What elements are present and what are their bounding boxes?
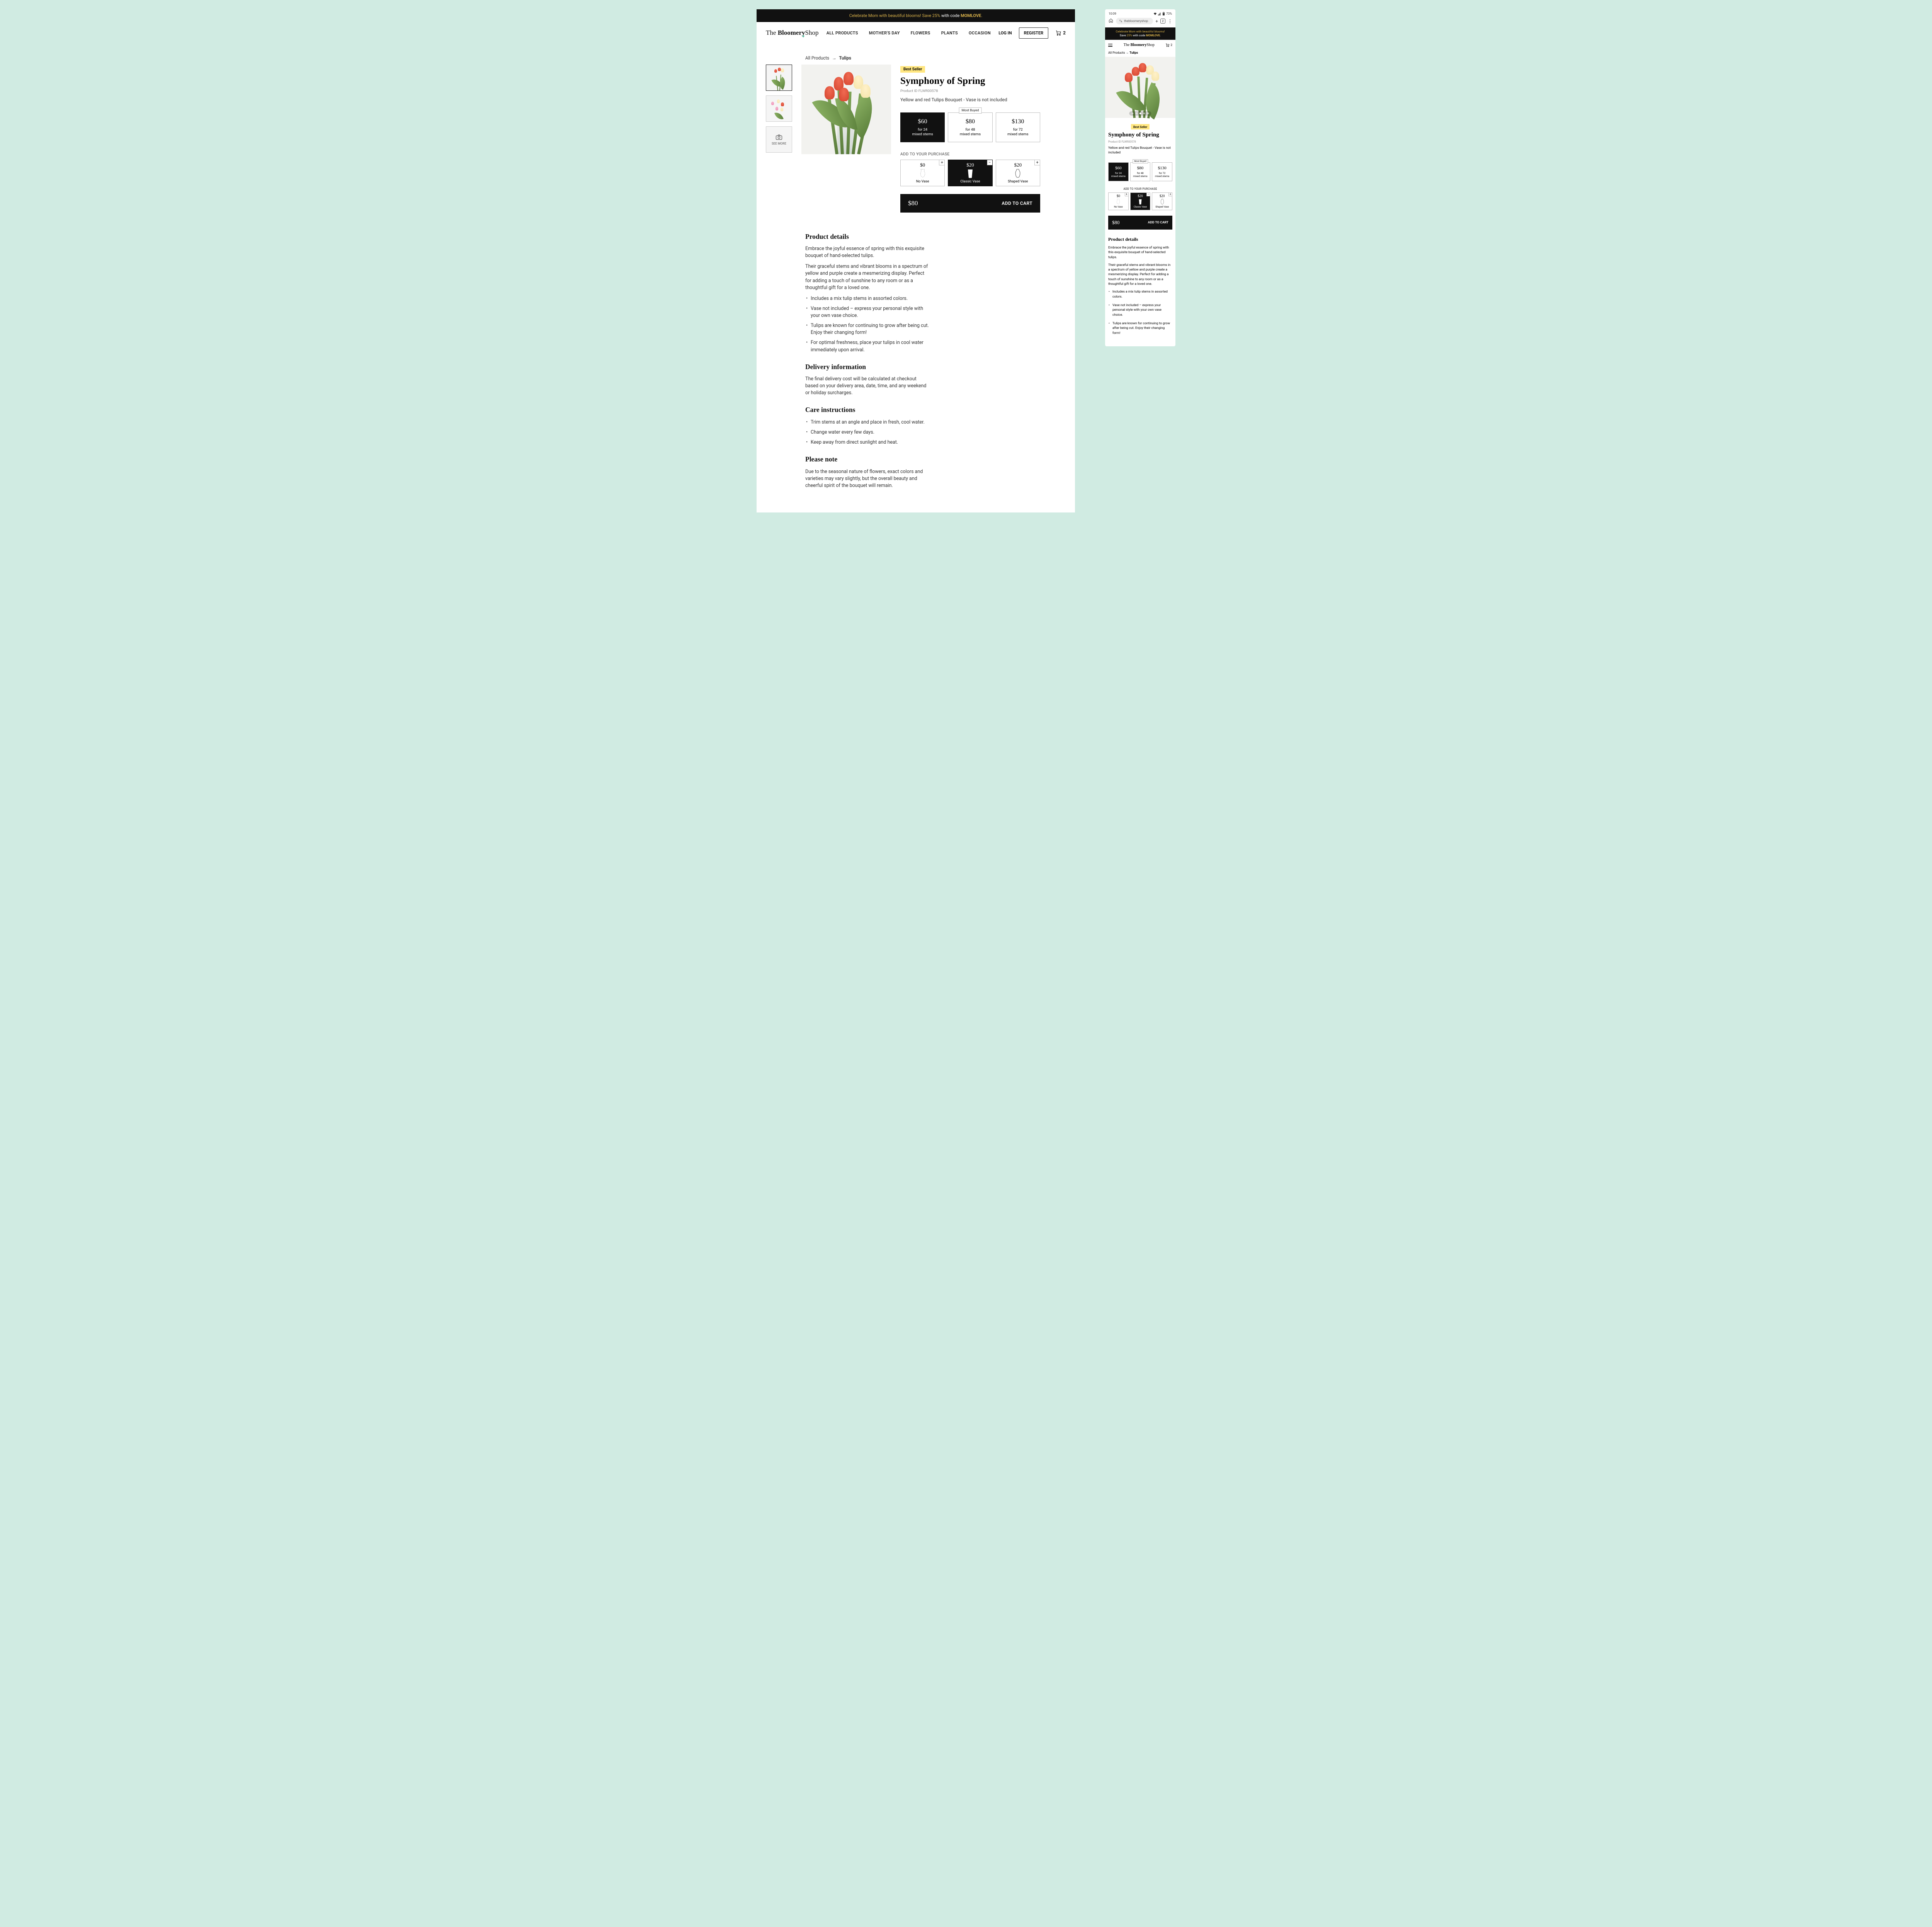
details-heading: Product details <box>805 232 929 242</box>
product-title-mobile: Symphony of Spring <box>1108 132 1172 138</box>
nav-mothers-day[interactable]: MOTHER'S DAY <box>869 31 900 36</box>
battery-pct: 73% <box>1166 12 1172 15</box>
stem-option-72-mobile[interactable]: $130 for 72mixed stems <box>1152 162 1172 181</box>
plus-icon[interactable]: + <box>1125 193 1128 196</box>
product-image[interactable] <box>801 65 891 154</box>
nav-occasion[interactable]: OCCASION <box>969 31 991 36</box>
product-thumbnails: SEE MORE <box>766 65 792 213</box>
browser-chrome: thebloomeryshop + 2 ⋮ <box>1105 18 1175 27</box>
product-id: Product ID FLWR00578 <box>900 89 1040 93</box>
status-bar: 10:09 73% <box>1105 11 1175 18</box>
stem-options: $60 for 24mixed stems Most Buyed $80 for… <box>900 112 1040 142</box>
product-image-mobile[interactable] <box>1105 57 1175 118</box>
cart-icon <box>1055 30 1061 36</box>
mobile-viewport: 10:09 73% thebloomeryshop + 2 ⋮ Celebrat… <box>1105 9 1175 346</box>
breadcrumb-all-products[interactable]: All Products <box>805 55 829 61</box>
purchase-panel: Best Seller Symphony of Spring Product I… <box>900 65 1040 213</box>
addon-heading: ADD TO YOUR PURCHASE <box>900 152 1040 157</box>
login-link[interactable]: LOG IN <box>998 31 1012 36</box>
status-time: 10:09 <box>1109 12 1116 15</box>
best-seller-badge-mobile: Best Seller <box>1131 124 1150 129</box>
addon-shaped-vase-mobile[interactable]: + $20 Shaped Vase <box>1152 192 1172 210</box>
nav-flowers[interactable]: FLOWERS <box>911 31 930 36</box>
nav-plants[interactable]: PLANTS <box>941 31 958 36</box>
addon-no-vase[interactable]: + $0 No Vase <box>900 160 945 186</box>
translate-icon <box>1119 19 1122 23</box>
thumbnail-1[interactable] <box>766 65 792 91</box>
cart-count: 2 <box>1063 30 1066 36</box>
addon-shaped-vase[interactable]: + $20 Shaped Vase <box>996 160 1040 186</box>
thumbnail-see-more[interactable]: SEE MORE <box>766 126 792 153</box>
thumbnail-2[interactable] <box>766 95 792 122</box>
desktop-viewport: Celebrate Mom with beautiful blooms! Sav… <box>757 9 1075 512</box>
stem-option-24-mobile[interactable]: $60 for 24mixed stems <box>1108 162 1129 181</box>
product-details-mobile: Product details Embrace the joyful essen… <box>1108 237 1172 335</box>
breadcrumb-current: Tulips <box>839 55 851 61</box>
product-short-description: Yellow and red Tulips Bouquet - Vase is … <box>900 97 1040 102</box>
stem-option-72[interactable]: $130 for 72mixed stems <box>996 112 1040 142</box>
camera-icon <box>776 134 782 140</box>
stem-option-48[interactable]: Most Buyed $80 for 48mixed stems <box>948 112 992 142</box>
stem-option-24[interactable]: $60 for 24mixed stems <box>900 112 945 142</box>
note-heading: Please note <box>805 455 929 464</box>
addon-classic-vase[interactable]: − $20 Classic Vase <box>948 160 992 186</box>
site-logo[interactable]: The BloomeryShop <box>766 29 818 37</box>
add-to-cart-button-mobile[interactable]: $80 ADD TO CART <box>1108 216 1172 230</box>
plus-icon[interactable]: + <box>939 160 944 165</box>
product-id-mobile: Product ID FLWR00578 <box>1108 140 1172 143</box>
site-header-mobile: The BloomeryShop 2 <box>1105 40 1175 50</box>
promo-banner: Celebrate Mom with beautiful blooms! Sav… <box>757 9 1075 22</box>
cart-button-mobile[interactable]: 2 <box>1165 43 1172 47</box>
minus-icon[interactable]: − <box>1146 193 1150 196</box>
cart-total: $80 <box>908 199 918 207</box>
best-seller-badge: Best Seller <box>900 66 925 73</box>
register-button[interactable]: REGISTER <box>1019 27 1049 39</box>
addon-options: + $0 No Vase − $20 Classic Vase + $20 <box>900 160 1040 186</box>
wifi-icon <box>1153 12 1157 15</box>
product-details: Product details Embrace the joyful essen… <box>805 232 929 489</box>
care-heading: Care instructions <box>805 405 929 415</box>
signal-icon <box>1158 12 1161 15</box>
addon-heading-mobile: ADD TO YOUR PURCHASE <box>1108 187 1172 191</box>
addon-options-mobile: + $0 No Vase − $20 Classic Vase + $20 Sh… <box>1108 192 1172 210</box>
browser-menu-icon[interactable]: ⋮ <box>1168 19 1172 24</box>
menu-icon[interactable] <box>1108 44 1112 47</box>
cart-icon <box>1165 43 1170 47</box>
product-title: Symphony of Spring <box>900 76 1040 87</box>
breadcrumb-mobile: All Products → Tulips <box>1105 50 1175 57</box>
tab-switcher[interactable]: 2 <box>1160 19 1165 24</box>
battery-icon <box>1162 12 1165 15</box>
minus-icon[interactable]: − <box>987 160 992 165</box>
url-bar[interactable]: thebloomeryshop <box>1116 18 1153 24</box>
plus-icon[interactable]: + <box>1168 193 1172 196</box>
primary-nav: ALL PRODUCTS MOTHER'S DAY FLOWERS PLANTS… <box>827 31 991 36</box>
new-tab-icon[interactable]: + <box>1155 19 1158 24</box>
nav-all-products[interactable]: ALL PRODUCTS <box>827 31 858 36</box>
add-to-cart-button[interactable]: $80 ADD TO CART <box>900 194 1040 213</box>
breadcrumb: All Products → Tulips <box>766 55 1040 61</box>
delivery-heading: Delivery information <box>805 362 929 372</box>
home-icon[interactable] <box>1108 18 1114 24</box>
plus-icon[interactable]: + <box>1034 160 1040 165</box>
stem-options-mobile: $60 for 24mixed stems Most Buyed $80 for… <box>1108 162 1172 181</box>
account-area: LOG IN REGISTER 2 <box>998 27 1066 39</box>
site-header: The BloomeryShop ALL PRODUCTS MOTHER'S D… <box>757 22 1075 44</box>
cart-button[interactable]: 2 <box>1055 30 1066 36</box>
stem-option-48-mobile[interactable]: Most Buyed $80 for 48mixed stems <box>1130 162 1151 181</box>
addon-no-vase-mobile[interactable]: + $0 No Vase <box>1108 192 1129 210</box>
addon-classic-vase-mobile[interactable]: − $20 Classic Vase <box>1130 192 1151 210</box>
carousel-dots[interactable] <box>1129 111 1151 116</box>
promo-banner-mobile: Celebrate Mom with beautiful blooms! Sav… <box>1105 27 1175 40</box>
product-short-mobile: Yellow and red Tulips Bouquet - Vase is … <box>1108 146 1172 155</box>
most-buyed-tag: Most Buyed <box>959 107 982 114</box>
site-logo-mobile[interactable]: The BloomeryShop <box>1124 43 1155 47</box>
